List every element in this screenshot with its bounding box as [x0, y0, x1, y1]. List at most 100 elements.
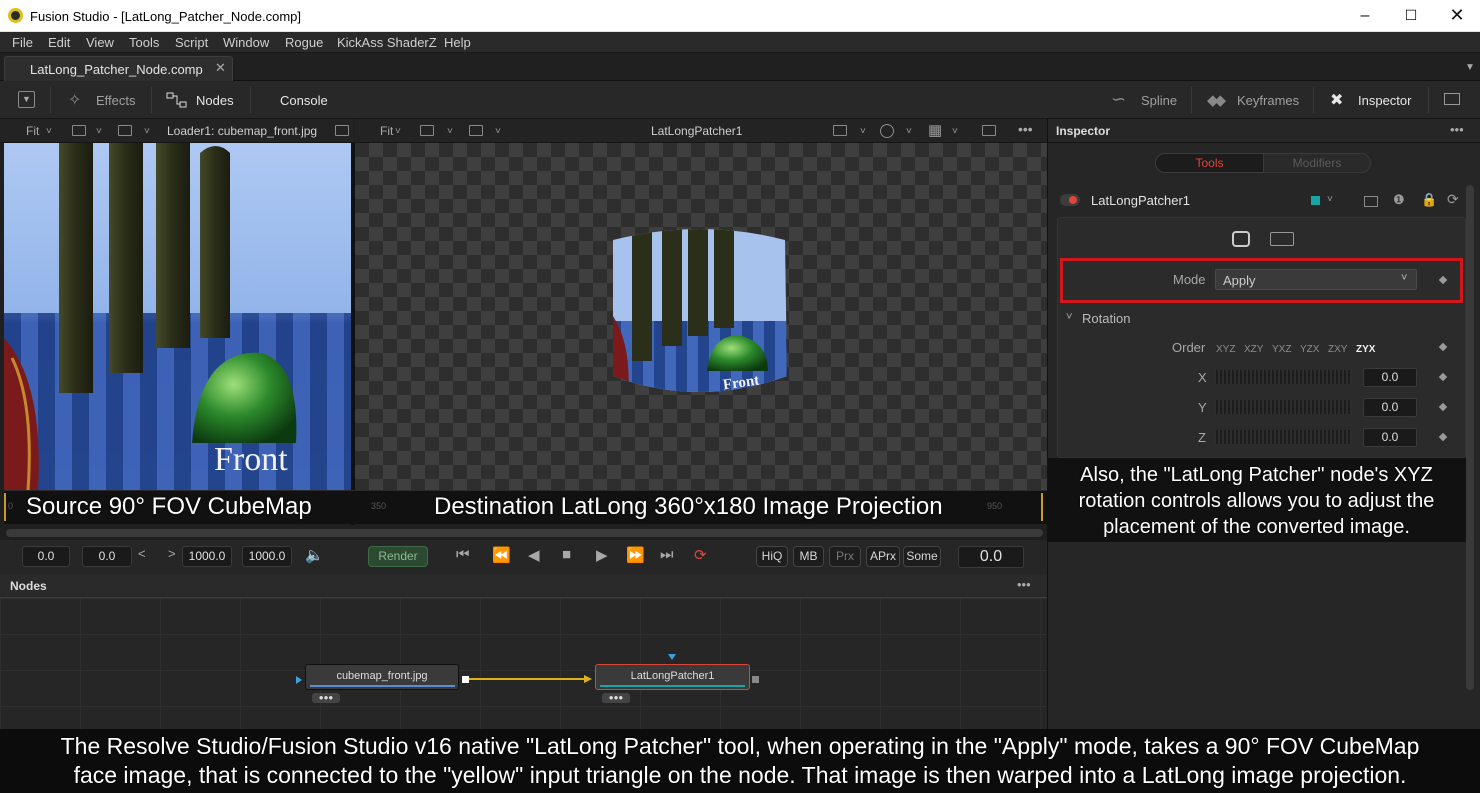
global-start-field[interactable]: 0.0: [22, 546, 70, 567]
left-fit-dropdown[interactable]: Fit: [26, 124, 39, 138]
left-viewer-image[interactable]: Front: [4, 143, 351, 490]
prx-button[interactable]: Prx: [829, 546, 861, 567]
fullscreen-icon[interactable]: [982, 125, 996, 136]
menu-window[interactable]: Window: [223, 35, 269, 50]
lut-icon[interactable]: [118, 125, 132, 136]
view-layout-icon[interactable]: [420, 125, 434, 136]
step-back-icon[interactable]: <: [138, 546, 146, 561]
menu-view[interactable]: View: [86, 35, 114, 50]
menu-file[interactable]: File: [12, 35, 33, 50]
spline-button[interactable]: Spline: [1141, 93, 1177, 108]
y-rotation-field[interactable]: 0.0: [1363, 398, 1417, 417]
right-viewer-image[interactable]: Front: [355, 143, 1047, 490]
panel-toggle-icon[interactable]: ▼: [18, 91, 35, 108]
some-button[interactable]: Some: [903, 546, 941, 567]
roi-icon[interactable]: [833, 125, 847, 136]
go-to-start-icon[interactable]: ⏮: [456, 546, 470, 563]
order-zyx[interactable]: ZYX: [1356, 344, 1375, 355]
rotation-section-label[interactable]: Rotation: [1082, 311, 1130, 326]
comp-tab[interactable]: LatLong_Patcher_Node.comp ✕: [4, 56, 233, 81]
y-rotation-slider[interactable]: [1214, 400, 1352, 414]
inspector-more-icon[interactable]: •••: [1450, 122, 1464, 137]
latlong-patcher-node[interactable]: LatLongPatcher1: [595, 664, 750, 690]
order-yxz[interactable]: YXZ: [1272, 344, 1291, 355]
hiq-button[interactable]: HiQ: [756, 546, 788, 567]
chevron-down-icon[interactable]: ˅: [1066, 311, 1072, 323]
keyframes-button[interactable]: Keyframes: [1237, 93, 1299, 108]
order-yzx[interactable]: YZX: [1300, 344, 1319, 355]
chevron-down-icon[interactable]: ˅: [952, 126, 958, 137]
z-rotation-slider[interactable]: [1214, 430, 1352, 444]
close-button[interactable]: ✕: [1434, 0, 1480, 31]
minimize-button[interactable]: –: [1342, 0, 1388, 31]
inspector-button[interactable]: Inspector: [1358, 93, 1411, 108]
inspector-scrollbar[interactable]: [1466, 185, 1474, 690]
menu-edit[interactable]: Edit: [48, 35, 70, 50]
right-fit-dropdown[interactable]: Fit: [380, 124, 393, 138]
grid-icon[interactable]: ▦: [928, 121, 942, 139]
z-rotation-field[interactable]: 0.0: [1363, 428, 1417, 447]
effects-button[interactable]: Effects: [96, 93, 136, 108]
controls-page-icon[interactable]: [1232, 231, 1250, 247]
chevron-down-icon[interactable]: ˅: [46, 126, 52, 137]
play-icon[interactable]: ▶: [596, 546, 608, 564]
mode-dropdown[interactable]: Apply ˅: [1215, 269, 1417, 290]
audio-speaker-icon[interactable]: 🔈: [305, 546, 324, 564]
settings-page-icon[interactable]: [1270, 232, 1294, 246]
node-controls-icon[interactable]: ●●●: [312, 693, 340, 703]
chevron-down-icon[interactable]: ˅: [395, 126, 401, 137]
more-options-icon[interactable]: •••: [1018, 121, 1033, 137]
monitor-icon[interactable]: [1444, 93, 1460, 105]
chevron-down-icon[interactable]: ˅: [860, 126, 866, 137]
fast-forward-icon[interactable]: ⏩: [626, 546, 645, 564]
reset-icon[interactable]: ⟳: [1447, 191, 1459, 208]
menu-kickass-shaderz[interactable]: KickAss ShaderZ: [337, 35, 437, 50]
order-xyz[interactable]: XYZ: [1216, 344, 1235, 355]
menu-tools[interactable]: Tools: [129, 35, 159, 50]
render-start-field[interactable]: 0.0: [82, 546, 132, 567]
rewind-icon[interactable]: ⏪: [492, 546, 511, 564]
tool-enable-toggle[interactable]: [1060, 194, 1080, 206]
menu-help[interactable]: Help: [444, 35, 471, 50]
console-button[interactable]: Console: [280, 93, 328, 108]
roi-icon[interactable]: [335, 125, 349, 136]
chevron-down-icon[interactable]: ˅: [447, 126, 453, 137]
loader-node[interactable]: cubemap_front.jpg: [305, 664, 459, 690]
menu-rogue[interactable]: Rogue: [285, 35, 323, 50]
lut-icon[interactable]: [469, 125, 483, 136]
stop-icon[interactable]: ■: [562, 546, 571, 563]
close-tab-icon[interactable]: ✕: [215, 60, 226, 76]
loop-icon[interactable]: ⟳: [694, 546, 707, 564]
x-rotation-slider[interactable]: [1214, 370, 1352, 384]
play-reverse-icon[interactable]: ◀: [528, 546, 540, 564]
x-rotation-field[interactable]: 0.0: [1363, 368, 1417, 387]
lock-icon[interactable]: 🔒: [1421, 192, 1437, 208]
tab-modifiers[interactable]: Modifiers: [1263, 153, 1371, 173]
color-channels-icon[interactable]: [880, 124, 894, 138]
tab-tools[interactable]: Tools: [1155, 153, 1264, 173]
chevron-down-icon[interactable]: ˅: [906, 126, 912, 137]
render-button[interactable]: Render: [368, 546, 428, 567]
nodes-more-icon[interactable]: •••: [1017, 577, 1031, 592]
menu-script[interactable]: Script: [175, 35, 208, 50]
tab-menu-chevron-icon[interactable]: ▼: [1465, 62, 1475, 73]
nodes-button[interactable]: Nodes: [196, 93, 234, 108]
global-end-field[interactable]: 1000.0: [242, 546, 292, 567]
chevron-down-icon[interactable]: ˅: [144, 126, 150, 137]
chevron-down-icon[interactable]: ˅: [1327, 194, 1333, 205]
pin-icon[interactable]: ❶: [1393, 192, 1405, 208]
aprx-button[interactable]: APrx: [866, 546, 900, 567]
order-zxy[interactable]: ZXY: [1328, 344, 1347, 355]
view-layout-icon[interactable]: [72, 125, 86, 136]
node-controls-icon[interactable]: ●●●: [602, 693, 630, 703]
chevron-down-icon[interactable]: ˅: [495, 126, 501, 137]
go-to-end-icon[interactable]: ⏭: [660, 546, 674, 563]
timeline-scrollbar[interactable]: [6, 529, 1043, 537]
current-time-field[interactable]: 0.0: [958, 546, 1024, 568]
version-icon[interactable]: [1364, 196, 1378, 207]
maximize-button[interactable]: ☐: [1388, 0, 1434, 31]
step-forward-icon[interactable]: >: [168, 546, 176, 561]
chevron-down-icon[interactable]: ˅: [96, 126, 102, 137]
mb-button[interactable]: MB: [793, 546, 824, 567]
tool-color-swatch[interactable]: [1311, 196, 1320, 205]
